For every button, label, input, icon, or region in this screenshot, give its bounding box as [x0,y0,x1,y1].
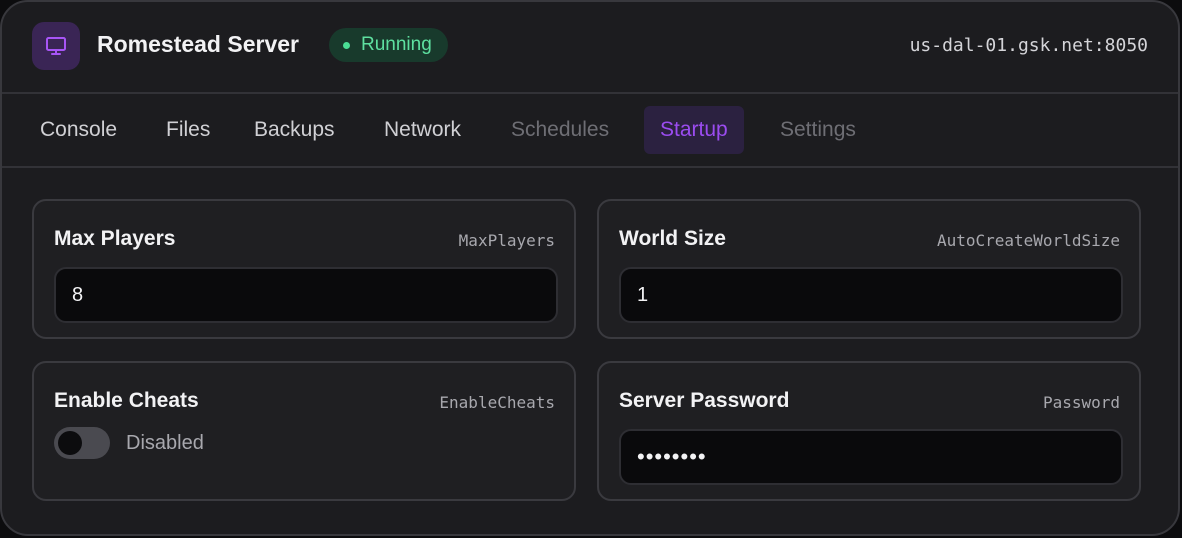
tab-backups[interactable]: Backups [254,106,335,154]
max-players-input[interactable] [54,267,558,323]
toggle-knob [58,431,82,455]
server-panel: Romestead Server Running us-dal-01.gsk.n… [0,0,1180,536]
card-enable-cheats: Enable Cheats EnableCheats Disabled [32,361,576,501]
enable-cheats-toggle[interactable] [54,427,110,459]
card-server-password: Server Password Password [597,361,1141,501]
tab-settings[interactable]: Settings [780,106,856,154]
field-key: Password [1042,393,1120,412]
field-label: Enable Cheats [54,389,199,412]
server-title: Romestead Server [97,31,299,57]
world-size-input[interactable] [619,267,1123,323]
toggle-state-text: Disabled [126,432,204,454]
status-dot-icon [343,41,350,49]
field-key: EnableCheats [439,393,555,412]
card-world-size: World Size AutoCreateWorldSize [597,199,1141,339]
status-badge: Running [329,28,448,62]
field-label: World Size [619,227,726,250]
tab-startup[interactable]: Startup [644,106,744,154]
field-label: Server Password [619,389,790,412]
field-key: AutoCreateWorldSize [936,231,1120,250]
server-password-input[interactable] [619,429,1123,485]
tab-console[interactable]: Console [40,106,117,154]
tab-network[interactable]: Network [384,106,461,154]
tab-schedules[interactable]: Schedules [511,106,609,154]
monitor-icon [32,22,80,70]
server-address[interactable]: us-dal-01.gsk.net:8050 [910,35,1148,56]
field-key: MaxPlayers [458,231,555,250]
server-header: Romestead Server Running us-dal-01.gsk.n… [2,2,1178,94]
field-label: Max Players [54,227,176,250]
card-max-players: Max Players MaxPlayers [32,199,576,339]
tab-files[interactable]: Files [166,106,210,154]
tab-bar: Console Files Backups Network Schedules … [2,94,1178,168]
status-text: Running [361,34,432,55]
